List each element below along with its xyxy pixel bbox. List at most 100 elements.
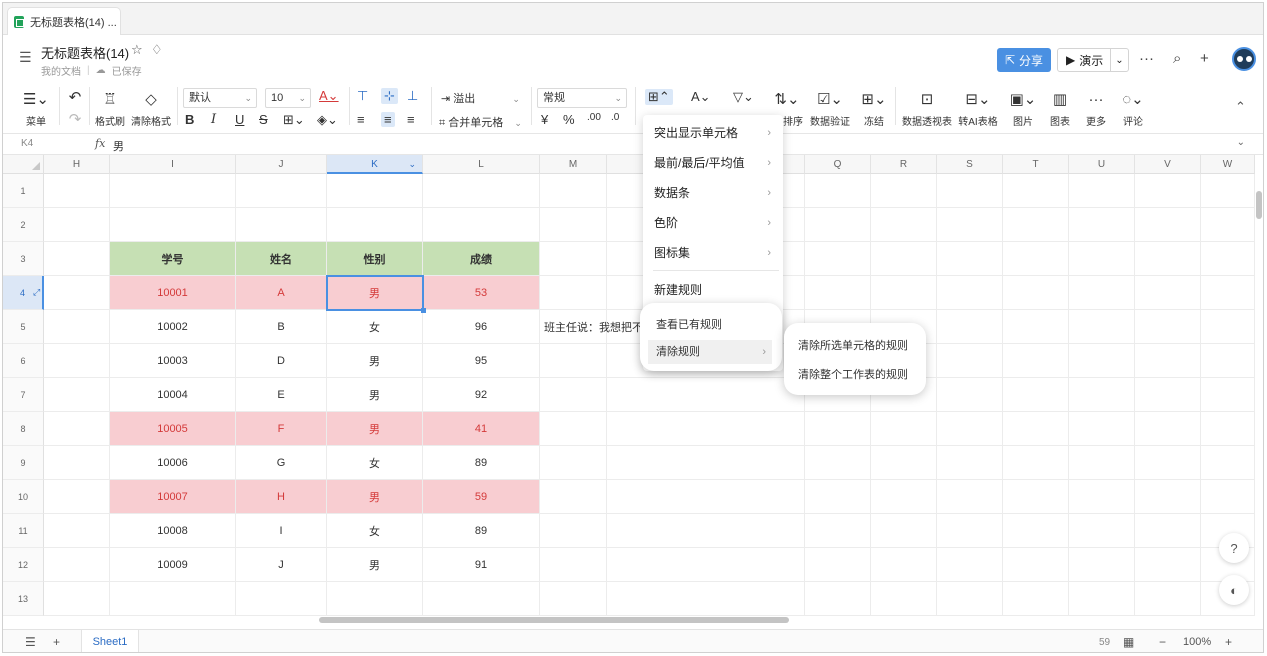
column-header[interactable]: V (1135, 155, 1201, 174)
table-cell[interactable]: 10001 (110, 276, 236, 310)
grid-cell[interactable] (44, 174, 110, 208)
grid-cell[interactable] (44, 344, 110, 378)
column-header[interactable]: H (44, 155, 110, 174)
grid-cell[interactable] (1135, 582, 1201, 616)
row-header[interactable]: 12 (3, 548, 44, 582)
table-cell[interactable]: 女 (327, 446, 423, 480)
user-avatar[interactable] (1232, 47, 1256, 71)
pivot-table-button[interactable]: ⊡ 数据透视表 (901, 91, 953, 128)
grid-cell[interactable] (1003, 446, 1069, 480)
grid-cell[interactable] (540, 344, 607, 378)
grid-cell[interactable] (1135, 242, 1201, 276)
grid-cell[interactable] (110, 174, 236, 208)
increase-decimal-icon[interactable]: .00 (587, 112, 601, 123)
table-cell[interactable]: 10003 (110, 344, 236, 378)
grid-cell[interactable] (1069, 378, 1135, 412)
grid-cell[interactable] (1135, 412, 1201, 446)
column-menu-chevron-icon[interactable]: ⌄ (408, 155, 416, 174)
function-icon[interactable]: fx (95, 137, 105, 150)
filter-icon[interactable]: ▽⌄ (733, 89, 754, 105)
grid-cell[interactable] (805, 548, 871, 582)
column-header[interactable]: U (1069, 155, 1135, 174)
vertical-scrollbar[interactable] (1255, 177, 1263, 617)
grid-cell[interactable] (44, 378, 110, 412)
grid-cell[interactable] (937, 480, 1003, 514)
theme-toggle-button[interactable]: ◐ (1219, 575, 1249, 605)
grid-cell[interactable] (805, 276, 871, 310)
grid-cell[interactable] (540, 548, 607, 582)
menu-item-highlight-cells[interactable]: 突出显示单元格 › (643, 119, 783, 147)
grid-cell[interactable] (805, 412, 871, 446)
grid-cell[interactable] (540, 412, 607, 446)
vertical-scroll-thumb[interactable] (1256, 191, 1262, 219)
grid-cell[interactable] (805, 514, 871, 548)
grid-cell[interactable] (1201, 344, 1255, 378)
grid-cell[interactable] (1201, 174, 1255, 208)
table-cell[interactable]: I (236, 514, 327, 548)
grid-cell[interactable] (805, 446, 871, 480)
column-header[interactable]: Q (805, 155, 871, 174)
column-header[interactable]: R (871, 155, 937, 174)
table-cell[interactable]: 95 (423, 344, 540, 378)
grid-cell[interactable] (1003, 310, 1069, 344)
row-header[interactable]: 13 (3, 582, 44, 616)
fill-color-icon[interactable]: ◈⌄ (317, 112, 338, 128)
row-header[interactable]: 10 (3, 480, 44, 514)
grid-cell[interactable] (1003, 208, 1069, 242)
grid-cell[interactable] (871, 412, 937, 446)
menu-button[interactable]: ☰⌄ 菜单 (21, 91, 51, 128)
more-button[interactable]: ··· 更多 (1081, 91, 1111, 128)
table-cell[interactable]: 10009 (110, 548, 236, 582)
grid-cell[interactable] (1069, 242, 1135, 276)
align-left-icon[interactable]: ≡ (357, 112, 365, 127)
grid-cell[interactable] (1003, 548, 1069, 582)
grid-cell[interactable] (805, 208, 871, 242)
menu-item-clear-rules[interactable]: 清除规则 › (648, 340, 772, 364)
table-cell[interactable]: 59 (423, 480, 540, 514)
border-icon[interactable]: ⊞⌄ (283, 112, 305, 128)
grid-cell[interactable] (110, 208, 236, 242)
grid-cell[interactable] (871, 208, 937, 242)
grid-cell[interactable] (1201, 276, 1255, 310)
table-cell[interactable]: G (236, 446, 327, 480)
grid-cell[interactable] (110, 582, 236, 616)
table-cell[interactable]: 女 (327, 514, 423, 548)
grid-cell[interactable] (937, 548, 1003, 582)
grid-cell[interactable] (607, 548, 805, 582)
table-cell[interactable]: 男 (327, 344, 423, 378)
merge-cells-button[interactable]: ⌗ 合并单元格 ⌄ (439, 114, 522, 130)
strikethrough-icon[interactable]: S (259, 112, 268, 127)
grid-cell[interactable] (805, 242, 871, 276)
grid-cell[interactable] (1003, 174, 1069, 208)
text-tools-icon[interactable]: A⌄ (691, 89, 711, 105)
table-cell[interactable]: 10005 (110, 412, 236, 446)
table-cell[interactable]: 男 (327, 276, 423, 310)
formula-input[interactable]: 男 (113, 138, 124, 154)
chart-button[interactable]: ▥ 图表 (1045, 91, 1075, 128)
grid-cell[interactable] (1201, 378, 1255, 412)
grid-cell[interactable] (423, 208, 540, 242)
grid-cell[interactable] (805, 582, 871, 616)
row-header[interactable]: 2 (3, 208, 44, 242)
undo-button[interactable]: ↶ (65, 89, 85, 107)
grid-cell[interactable] (44, 276, 110, 310)
grid-cell[interactable] (44, 548, 110, 582)
table-header-cell[interactable]: 性别 (327, 242, 423, 276)
help-button[interactable]: ? (1219, 533, 1249, 563)
column-header[interactable]: K ⌄ (327, 155, 423, 174)
more-options-icon[interactable]: ··· (1139, 50, 1154, 67)
grid-cell[interactable] (1003, 378, 1069, 412)
table-cell[interactable]: D (236, 344, 327, 378)
grid-cell[interactable] (540, 174, 607, 208)
grid-cell[interactable] (540, 276, 607, 310)
grid-cell[interactable] (1003, 276, 1069, 310)
share-button[interactable]: ⇱ 分享 (997, 48, 1051, 72)
zoom-out-icon[interactable]: − (1159, 635, 1166, 649)
expand-formula-icon[interactable]: ⌄ (1237, 137, 1245, 148)
grid-cell[interactable] (607, 412, 805, 446)
grid-cell[interactable] (1069, 276, 1135, 310)
clear-format-button[interactable]: ◇ 清除格式 (129, 91, 173, 128)
bold-icon[interactable]: B (185, 112, 194, 127)
table-cell[interactable]: J (236, 548, 327, 582)
align-center-icon[interactable]: ≡ (381, 112, 395, 127)
